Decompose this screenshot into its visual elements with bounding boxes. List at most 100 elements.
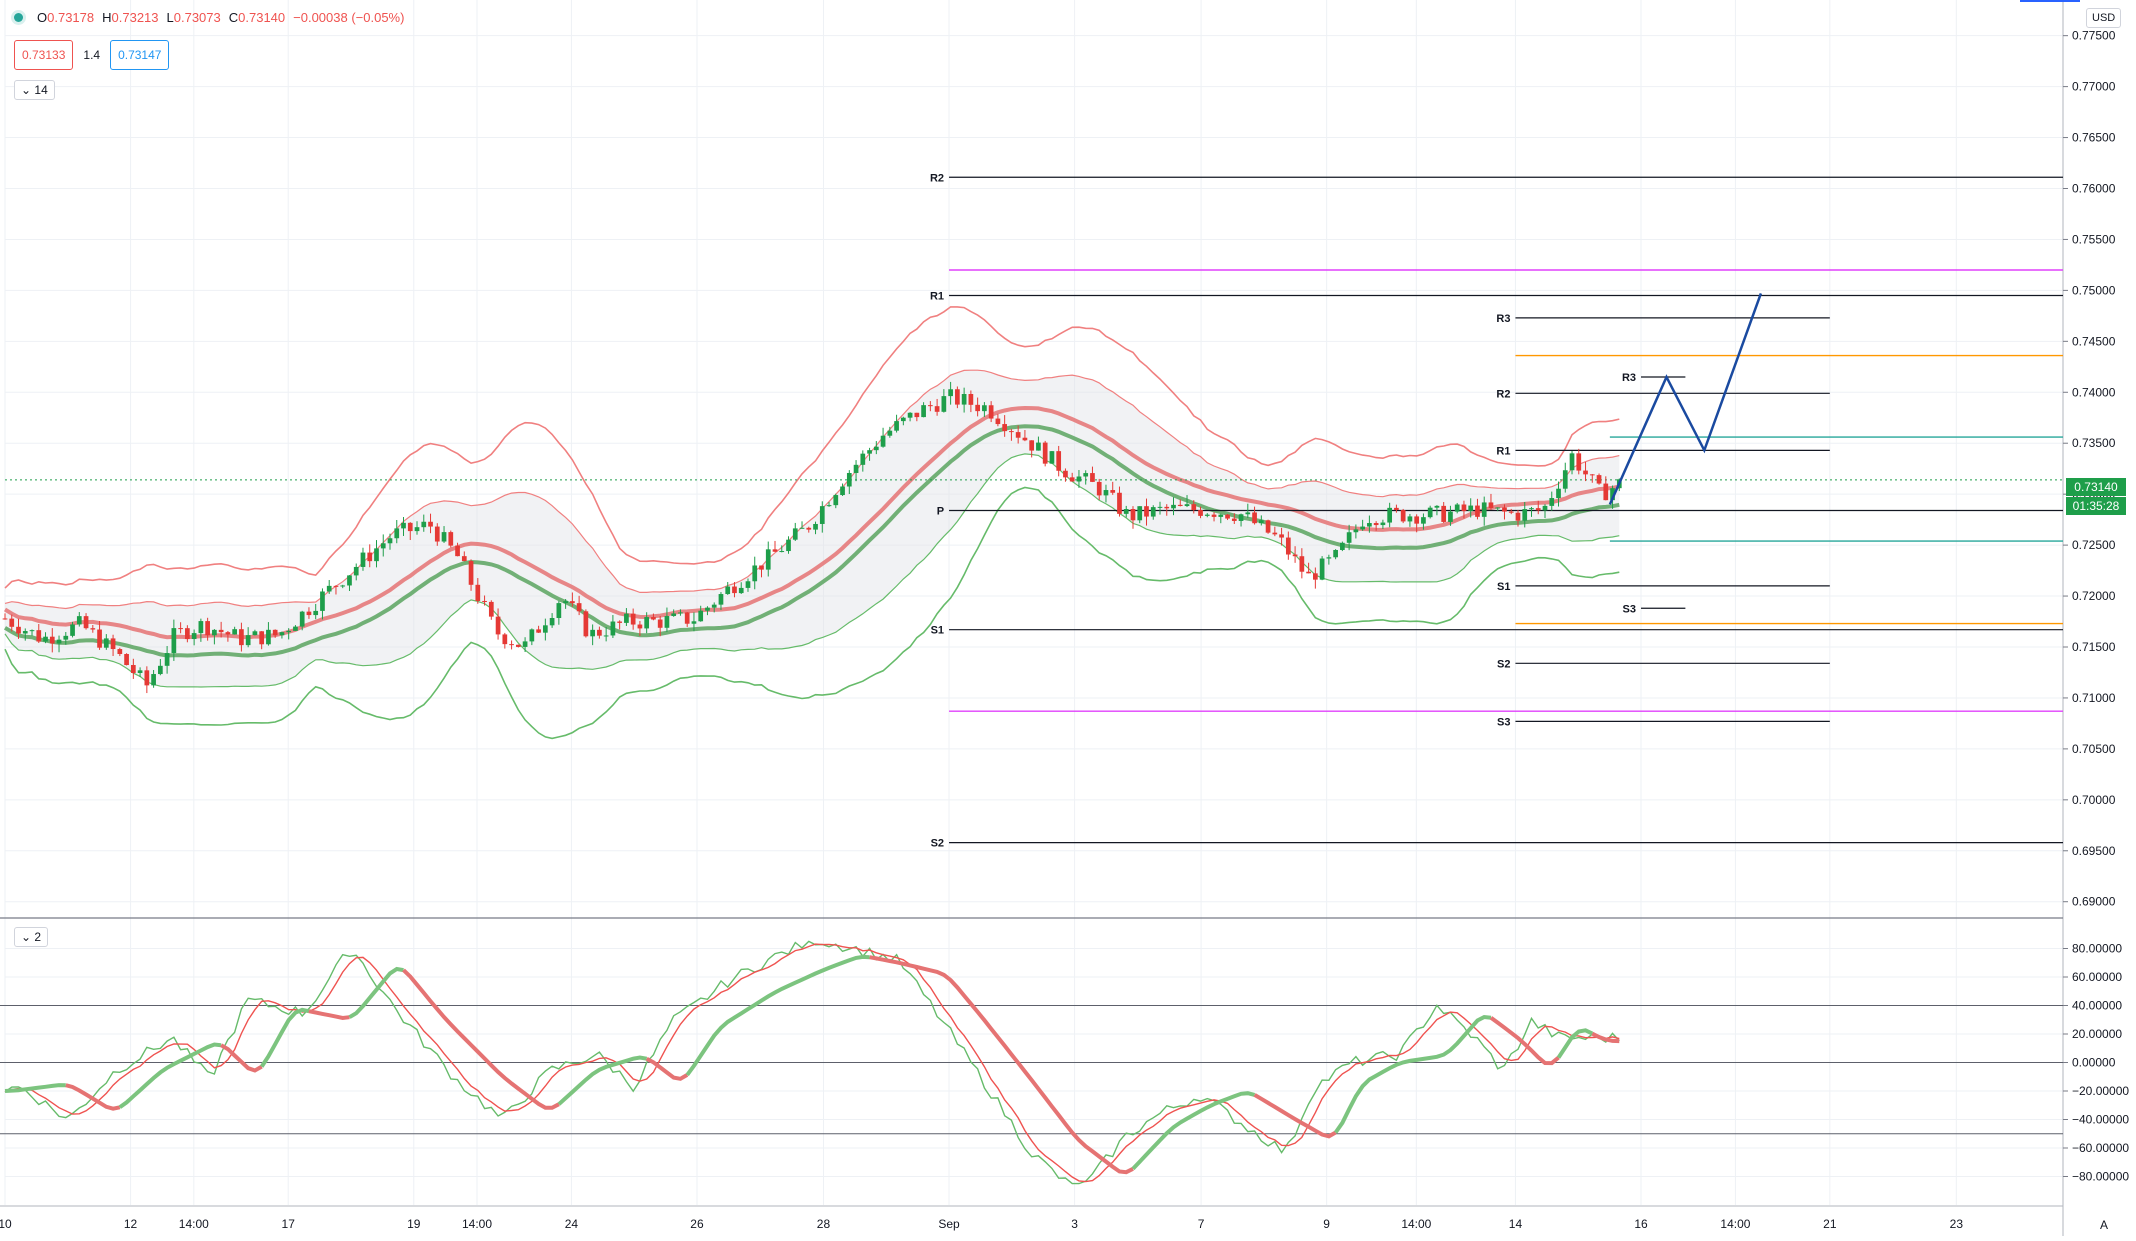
candle-body [846, 472, 852, 487]
candle-body [475, 584, 481, 601]
x-tick-label: 14:00 [462, 1217, 492, 1231]
candle-body [1502, 507, 1507, 512]
candle-body [205, 621, 210, 636]
candle-body [1110, 490, 1116, 493]
candle-body [779, 551, 785, 553]
candle-body [198, 621, 204, 634]
candle-body [887, 430, 893, 436]
pivot-label-r1: R1 [1496, 445, 1510, 457]
candle-body [1380, 522, 1386, 526]
candle-body [1265, 520, 1271, 533]
candle-body [353, 566, 359, 576]
candle-body [792, 528, 798, 540]
momentum-line [4, 1083, 66, 1093]
candle-body [468, 561, 474, 585]
candle-body [1535, 508, 1541, 511]
osc-y-tick-label: 0.00000 [2072, 1056, 2116, 1070]
candle-body [407, 522, 413, 532]
osc-y-tick-label: −60.00000 [2072, 1141, 2129, 1155]
candle-body [1360, 526, 1365, 530]
chart-area[interactable]: 0.77500 0.77000 0.76500 0.76000 0.75500 0.750… [0, 0, 2136, 1236]
candle-body [1231, 518, 1237, 521]
candle-body [1488, 502, 1494, 508]
currency-badge[interactable]: USD [2086, 8, 2122, 28]
candle-body [434, 526, 440, 542]
candle-body [1103, 490, 1109, 496]
candle-body [705, 607, 710, 611]
candle-body [286, 630, 292, 633]
close-value: 0.73140 [238, 10, 286, 25]
pivot-label-p: P [937, 505, 944, 517]
osc-y-tick-label: 20.00000 [2072, 1027, 2122, 1041]
x-tick-label: 23 [1950, 1217, 1964, 1231]
candle-body [1252, 512, 1257, 524]
candle-body [1313, 573, 1318, 580]
candle-body [900, 417, 906, 422]
candle-body [36, 630, 42, 642]
candle-body [1083, 473, 1089, 477]
candle-body [576, 603, 582, 612]
momentum-line [685, 954, 870, 1077]
candle-body [1009, 431, 1014, 433]
candle-body [536, 629, 541, 633]
candle-body [144, 670, 150, 686]
candle-body [772, 549, 778, 552]
candle-body [684, 612, 690, 624]
candle-body [678, 612, 683, 614]
candle-body [948, 389, 953, 397]
candle-body [1069, 477, 1075, 482]
candle-body [387, 538, 393, 544]
candle-body [1583, 470, 1588, 475]
candle-body [49, 636, 55, 644]
x-tick-label: 3 [1071, 1217, 1078, 1231]
candle-body [320, 591, 325, 611]
candle-body [1400, 510, 1406, 522]
candle-body [2, 618, 8, 620]
price-chart-canvas[interactable]: 0.77500 0.77000 0.76500 0.76000 0.75500 0.750… [0, 0, 2136, 1236]
candle-body [1441, 505, 1447, 522]
pivot-label-r3: R3 [1496, 313, 1510, 325]
indicator-collapse-toggle[interactable]: ⌄ 14 [14, 80, 55, 100]
x-tick-label: 17 [282, 1217, 296, 1231]
candle-body [1569, 453, 1575, 471]
candle-body [718, 594, 724, 605]
candle-body [1475, 505, 1480, 517]
candle-body [840, 486, 845, 496]
candle-body [212, 629, 217, 636]
candle-body [1596, 475, 1602, 484]
candle-body [1090, 473, 1095, 482]
candle-body [637, 624, 643, 629]
buy-button[interactable]: 0.73147 [110, 40, 170, 70]
bar-countdown-label: 01:35:28 [2066, 497, 2126, 515]
candle-body [56, 639, 62, 644]
candle-body [83, 616, 89, 629]
oscillator-collapse-toggle[interactable]: ⌄ 2 [14, 927, 49, 947]
candle-body [482, 600, 487, 602]
y-tick-label: 0.69500 [2072, 844, 2116, 858]
high-value: 0.73213 [111, 10, 159, 25]
indicator-length-value: 14 [34, 83, 48, 97]
candle-body [1515, 512, 1521, 521]
candle-body [1063, 470, 1068, 478]
candle-body [1056, 451, 1062, 471]
candle-body [955, 389, 960, 405]
candle-body [306, 611, 312, 616]
sell-button[interactable]: 0.73133 [14, 40, 74, 70]
candle-body [1306, 571, 1311, 574]
candle-body [232, 629, 238, 635]
candle-body [448, 532, 454, 546]
candle-body [583, 611, 589, 637]
pivot-label-r1: R1 [930, 290, 944, 302]
momentum-line [308, 1009, 350, 1021]
candle-body [1191, 504, 1197, 511]
osc-y-tick-label: 60.00000 [2072, 970, 2122, 984]
candle-body [1150, 507, 1156, 517]
candle-body [941, 396, 947, 412]
x-tick-label: 7 [1198, 1217, 1205, 1231]
y-tick-label: 0.74500 [2072, 334, 2116, 348]
ohlc-legend: O0.73178 H0.73213 L0.73073 C0.73140 −0.0… [14, 10, 404, 25]
candle-body [63, 635, 69, 640]
candle-body [509, 644, 514, 646]
pivot-label-r3: R3 [1622, 372, 1636, 384]
candle-body [982, 405, 987, 412]
